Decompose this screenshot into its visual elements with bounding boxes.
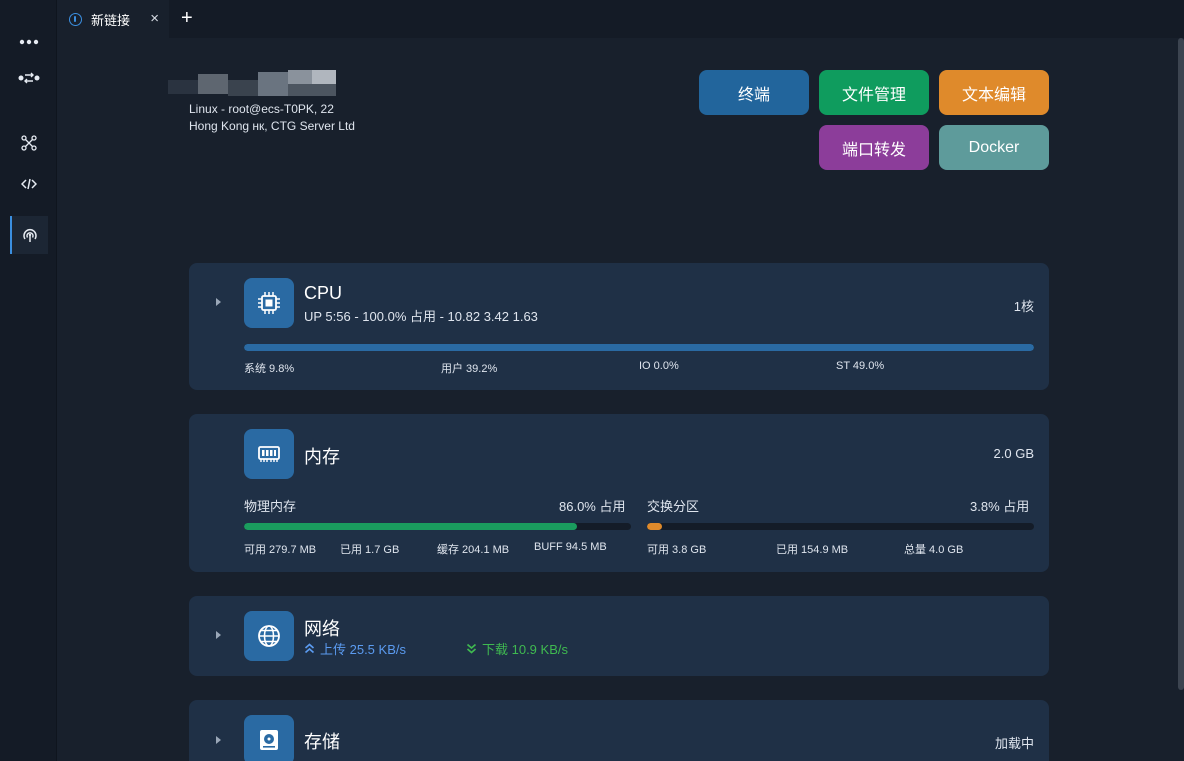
mem-stat-free: 可用 279.7 MB <box>244 544 317 556</box>
physical-memory-label: 物理内存 <box>244 499 297 514</box>
upload-icon <box>304 642 315 657</box>
swap-stat-free: 可用 3.8 GB <box>647 544 707 556</box>
mem-stat-used: 已用 1.7 GB <box>340 544 400 556</box>
mem-stat-cache: 缓存 204.1 MB <box>437 544 510 556</box>
physical-memory-usage: 86.0% 占用 <box>559 499 626 514</box>
info-icon <box>69 12 82 26</box>
swap-label: 交换分区 <box>647 499 700 514</box>
download-rate: 下载 10.9 KB/s <box>482 642 568 657</box>
host-location-line: Hong Kong нк, CTG Server Ltd <box>189 119 355 133</box>
network-topology-icon[interactable] <box>10 124 48 162</box>
redacted-hostname <box>168 70 336 106</box>
storage-status: 加载中 <box>994 736 1034 751</box>
mem-stat-buff: BUFF 94.5 MB <box>534 541 607 553</box>
expand-icon[interactable] <box>216 298 221 306</box>
add-tab-icon[interactable]: + <box>181 7 193 30</box>
swap-stat-total: 总量 4.0 GB <box>904 544 964 556</box>
swap-stat-used: 已用 154.9 MB <box>776 544 849 556</box>
physical-memory-fill <box>244 523 577 530</box>
connection-icon[interactable] <box>10 59 48 97</box>
cpu-stat-user: 用户 39.2% <box>441 363 498 375</box>
close-icon[interactable]: × <box>150 10 159 27</box>
cpu-subtitle: UP 5:56 - 100.0% 占用 - 10.82 3.42 1.63 <box>304 309 538 324</box>
memory-title: 内存 <box>304 447 340 467</box>
scrollbar[interactable] <box>1178 38 1184 690</box>
cpu-cores: 1核 <box>1013 299 1034 314</box>
network-download: 下载 10.9 KB/s <box>466 639 568 658</box>
network-card: 网络 上传 25.5 KB/s 下载 10.9 KB/s <box>189 596 1049 676</box>
port-forward-button[interactable]: 端口转发 <box>819 125 929 170</box>
storage-icon <box>244 715 294 761</box>
file-manager-button[interactable]: 文件管理 <box>819 70 929 115</box>
network-title: 网络 <box>304 619 340 639</box>
docker-button[interactable]: Docker <box>939 125 1049 170</box>
memory-card: 内存 2.0 GB 物理内存 86.0% 占用 可用 279.7 MB 已用 1… <box>189 414 1049 572</box>
tab-title: 新链接 <box>91 12 131 28</box>
cpu-title: CPU <box>304 283 343 303</box>
cpu-usage-bar <box>244 344 1034 351</box>
more-icon[interactable] <box>10 23 48 61</box>
swap-usage: 3.8% 占用 <box>970 499 1030 514</box>
code-icon[interactable] <box>10 165 48 203</box>
host-os-line: Linux - root@ecs-T0PK, 22 <box>189 102 334 116</box>
terminal-button[interactable]: 终端 <box>699 70 809 115</box>
swap-bar <box>647 523 1034 530</box>
upload-rate: 上传 25.5 KB/s <box>320 642 406 657</box>
cpu-usage-fill <box>244 344 1034 351</box>
cpu-stat-io: IO 0.0% <box>639 360 679 372</box>
memory-total: 2.0 GB <box>993 446 1034 461</box>
activity-bar <box>0 0 57 761</box>
storage-title: 存储 <box>304 732 340 752</box>
network-upload: 上传 25.5 KB/s <box>304 639 406 658</box>
server-monitor-icon[interactable] <box>10 216 48 254</box>
text-editor-button[interactable]: 文本编辑 <box>939 70 1049 115</box>
globe-icon <box>244 611 294 661</box>
tab-new-connection[interactable]: 新链接 × <box>57 0 169 38</box>
expand-icon[interactable] <box>216 631 221 639</box>
swap-fill <box>647 523 662 530</box>
physical-memory-bar <box>244 523 631 530</box>
memory-icon <box>244 429 294 479</box>
cpu-card: CPU UP 5:56 - 100.0% 占用 - 10.82 3.42 1.6… <box>189 263 1049 390</box>
cpu-stat-steal: ST 49.0% <box>836 360 885 372</box>
download-icon <box>466 642 477 657</box>
tab-bar: 新链接 × + <box>57 0 1184 38</box>
cpu-icon <box>244 278 294 328</box>
storage-card: 存储 加载中 <box>189 700 1049 761</box>
cpu-stat-system: 系统 9.8% <box>244 363 295 375</box>
expand-icon[interactable] <box>216 736 221 744</box>
